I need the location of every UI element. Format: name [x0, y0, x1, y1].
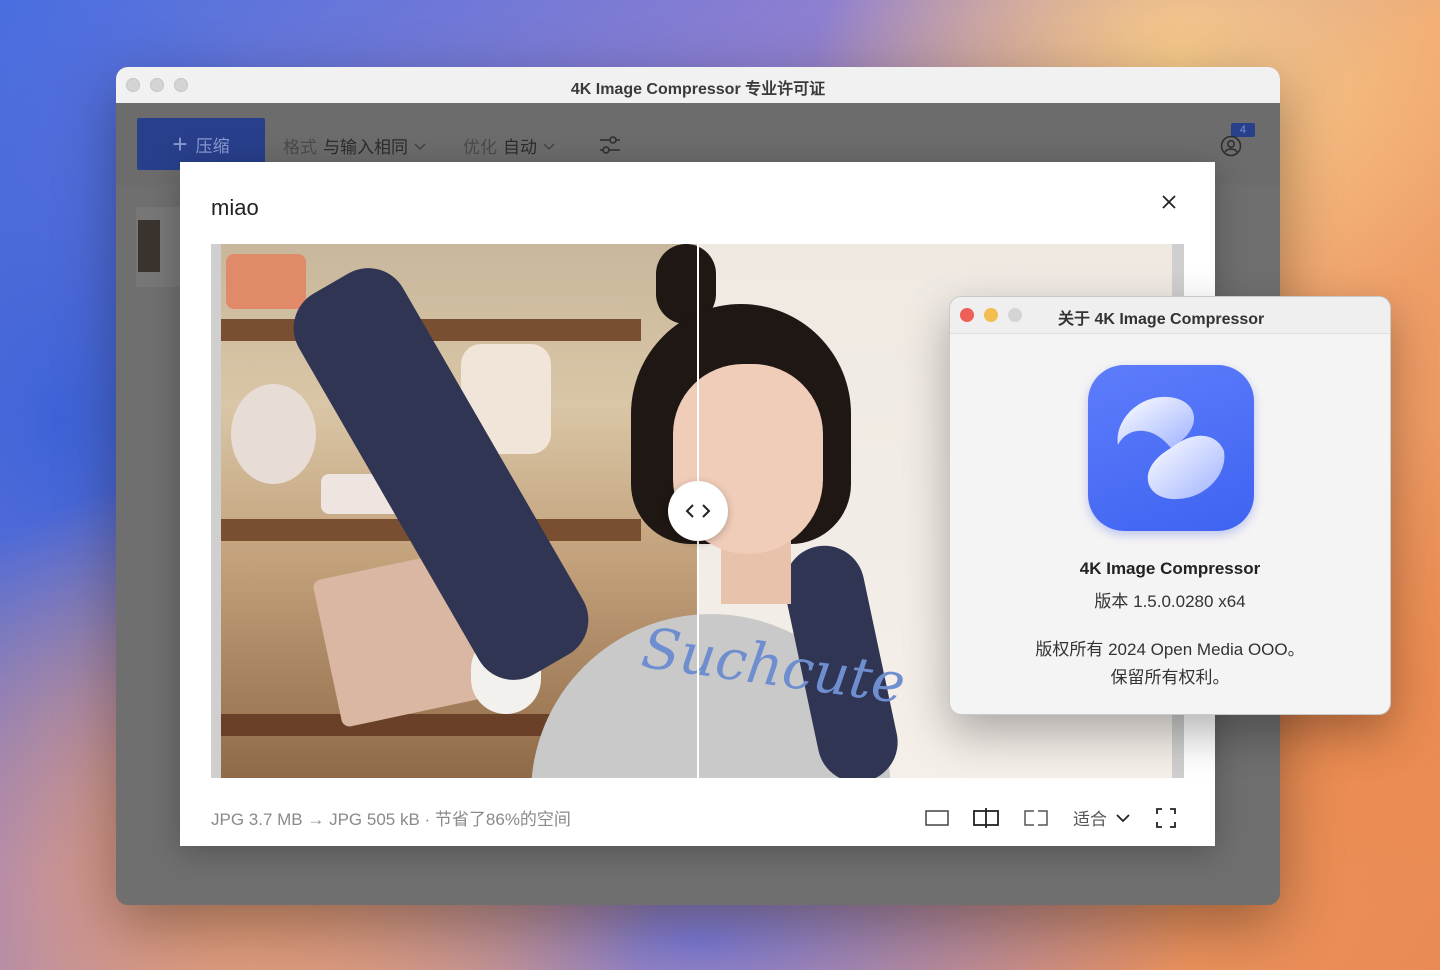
chevron-left-right-icon: [685, 504, 711, 518]
optimize-label: 优化: [463, 138, 497, 157]
copyright-text: 版权所有 2024 Open Media OOO。: [1035, 640, 1305, 659]
preview-title: miao: [211, 195, 259, 220]
window-controls: [960, 308, 1022, 322]
compression-summary: JPG 3.7 MB → JPG 505 kB · 节省了86%的空间: [211, 810, 571, 829]
split-view-icon[interactable]: [973, 807, 999, 829]
zoom-window-button[interactable]: [1008, 308, 1022, 322]
side-by-side-view-icon[interactable]: [1023, 808, 1049, 828]
close-window-button[interactable]: [960, 308, 974, 322]
app-name: 4K Image Compressor: [1079, 559, 1261, 578]
fullscreen-icon[interactable]: [1155, 807, 1177, 829]
about-title: 关于 4K Image Compressor: [1058, 311, 1265, 328]
single-view-icon[interactable]: [925, 809, 949, 827]
app-logo-icon: [1088, 365, 1254, 531]
photo-object: [226, 254, 306, 309]
chevron-down-icon: [543, 142, 555, 150]
window-title: 4K Image Compressor 专业许可证: [570, 81, 826, 98]
plus-icon: +: [172, 129, 188, 159]
format-label: 格式: [283, 138, 317, 157]
chevron-down-icon: [414, 142, 426, 150]
zoom-dropdown[interactable]: 适合: [1073, 805, 1131, 830]
app-logo-glyph: [1117, 396, 1225, 500]
app-version: 版本 1.5.0.0280 x64: [1094, 592, 1246, 611]
photo-object: [231, 384, 316, 484]
settings-sliders-icon[interactable]: [598, 133, 622, 157]
minimize-window-button[interactable]: [984, 308, 998, 322]
about-titlebar: 关于 4K Image Compressor: [950, 297, 1390, 334]
format-dropdown[interactable]: 格式 与输入相同: [283, 133, 426, 158]
chevron-down-icon: [1116, 813, 1130, 822]
optimize-value: 自动: [503, 138, 537, 157]
optimize-dropdown[interactable]: 优化 自动: [463, 133, 555, 158]
format-value: 与输入相同: [323, 138, 408, 157]
file-thumbnail[interactable]: [138, 220, 160, 272]
main-titlebar: 4K Image Compressor 专业许可证: [116, 67, 1280, 104]
user-account-icon[interactable]: [1220, 135, 1242, 157]
close-icon[interactable]: [1159, 192, 1179, 212]
about-window: 关于 4K Image Compressor 4K Image Compress…: [949, 296, 1391, 715]
rights-text: 保留所有权利。: [1110, 668, 1230, 687]
comparison-slider-handle[interactable]: [668, 481, 728, 541]
compress-button-label: 压缩: [195, 136, 230, 156]
view-controls: 适合: [925, 805, 1177, 830]
zoom-value: 适合: [1073, 810, 1107, 829]
